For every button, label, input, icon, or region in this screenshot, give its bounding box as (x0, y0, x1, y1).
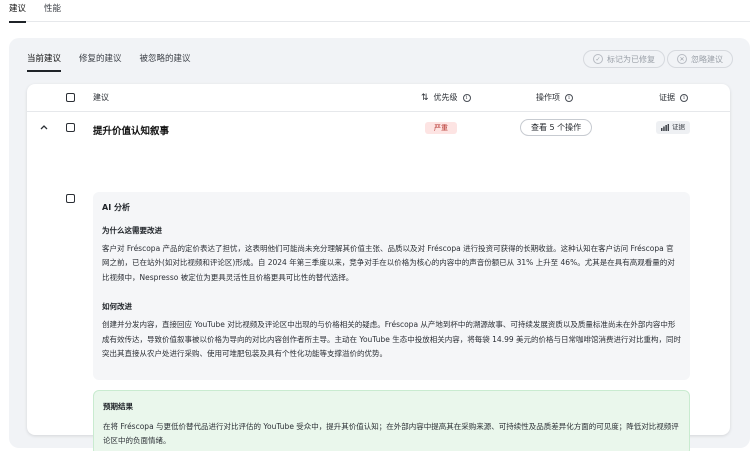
detail-checkbox[interactable] (66, 194, 75, 203)
tab-suggestions[interactable]: 建议 (9, 0, 27, 23)
evidence-button[interactable]: 证据 (656, 121, 690, 134)
priority-label: 优先级 (433, 93, 458, 102)
expected-outcome-box: 预期结果 在将 Fréscopa 与更低价替代品进行对比评估的 YouTube … (93, 390, 690, 451)
ignore-suggestion-button[interactable]: ✕ 忽略建议 (667, 50, 733, 68)
expected-outcome-title: 预期结果 (103, 402, 133, 411)
sort-icon: ⇅ (421, 93, 429, 103)
sub-tab-bar: 当前建议 修复的建议 被忽略的建议 (27, 52, 191, 72)
column-header-actions: 操作项 i (536, 84, 573, 112)
tab-performance[interactable]: 性能 (44, 0, 61, 22)
expected-outcome-text: 在将 Fréscopa 与更低价替代品进行对比评估的 YouTube 受众中，提… (103, 422, 679, 446)
suggestion-title: 提升价值认知叙事 (93, 126, 170, 137)
suggestions-panel: 当前建议 修复的建议 被忽略的建议 ✓ 标记为已修复 ✕ 忽略建议 建议 ⇅ 优先… (9, 38, 750, 451)
select-all-checkbox[interactable] (66, 93, 75, 102)
ai-analysis-title: AI 分析 (102, 203, 130, 212)
info-icon[interactable]: i (565, 93, 573, 102)
actions-label: 操作项 (536, 93, 560, 102)
info-icon[interactable]: i (462, 93, 471, 102)
ignore-suggestion-label: 忽略建议 (691, 54, 723, 64)
info-icon[interactable]: i (680, 93, 688, 102)
ai-analysis-box: AI 分析 为什么这需要改进 客户对 Fréscopa 产品的定价表达了担忧，这… (93, 192, 690, 380)
view-actions-button[interactable]: 查看 5 个操作 (520, 119, 593, 136)
evidence-label: 证据 (659, 93, 675, 102)
mark-fixed-button[interactable]: ✓ 标记为已修复 (583, 50, 665, 68)
column-header-evidence: 证据 i (659, 84, 688, 112)
close-circle-icon: ✕ (677, 54, 687, 64)
column-header-priority[interactable]: ⇅ 优先级 i (421, 84, 471, 112)
tab-ignored-suggestions[interactable]: 被忽略的建议 (140, 52, 191, 72)
chevron-up-icon[interactable] (39, 122, 49, 132)
tab-fixed-suggestions[interactable]: 修复的建议 (79, 52, 122, 72)
tab-current-suggestions[interactable]: 当前建议 (27, 52, 62, 72)
severity-badge: 严重 (425, 122, 457, 134)
how-improve-text: 创建并分发内容，直接回应 YouTube 对比视频及评论区中出现的与价格相关的疑… (102, 320, 682, 359)
suggestions-table-card: 建议 ⇅ 优先级 i 操作项 i 证据 i 提升价值认知叙事 严重 查看 5 个操作 (27, 84, 730, 451)
why-improve-text: 客户对 Fréscopa 产品的定价表达了担忧，这表明他们可能尚未充分理解其价值… (102, 244, 675, 282)
top-tab-bar: 建议 性能 (9, 0, 750, 23)
row-checkbox[interactable] (66, 123, 75, 132)
bar-chart-icon (661, 124, 669, 131)
mark-fixed-label: 标记为已修复 (607, 54, 655, 64)
column-header-suggestion: 建议 (93, 93, 109, 102)
how-improve-title: 如何改进 (102, 302, 132, 312)
check-circle-icon: ✓ (593, 54, 603, 64)
why-improve-title: 为什么这需要改进 (102, 226, 162, 235)
table-header: 建议 ⇅ 优先级 i 操作项 i 证据 i (27, 84, 730, 112)
evidence-button-label: 证据 (672, 123, 685, 131)
